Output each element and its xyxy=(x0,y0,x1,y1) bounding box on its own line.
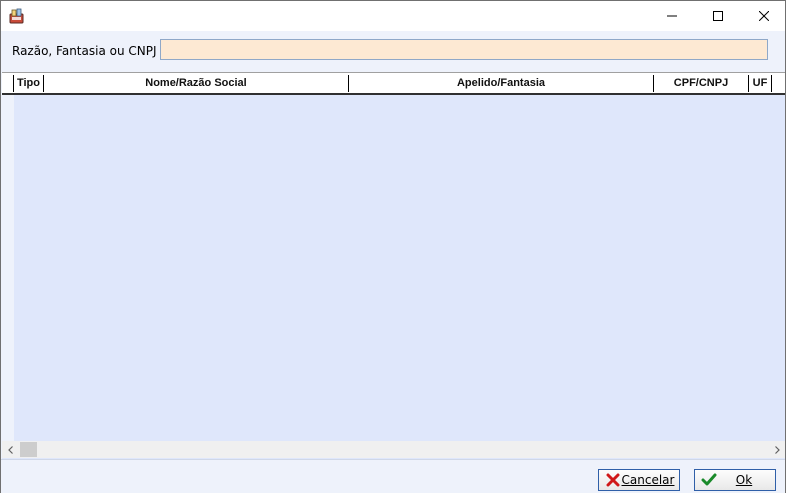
results-grid[interactable]: Tipo Nome/Razão Social Apelido/Fantasia … xyxy=(2,72,785,459)
app-icon xyxy=(9,8,25,24)
x-icon xyxy=(605,472,621,488)
ok-button[interactable]: Ok xyxy=(694,469,776,491)
ok-button-label: Ok xyxy=(735,473,753,487)
column-header-nome[interactable]: Nome/Razão Social xyxy=(44,75,348,92)
column-header-cpf-cnpj[interactable]: CPF/CNPJ xyxy=(654,75,748,92)
column-header-tipo[interactable]: Tipo xyxy=(14,75,43,92)
minimize-icon xyxy=(667,15,677,17)
search-input[interactable] xyxy=(160,39,768,60)
column-separator[interactable] xyxy=(771,75,772,92)
chevron-left-icon xyxy=(7,445,13,454)
grid-header: Tipo Nome/Razão Social Apelido/Fantasia … xyxy=(2,73,785,95)
search-dialog-window: Razão, Fantasia ou CNPJ Tipo Nome/Razão … xyxy=(0,0,786,493)
close-icon xyxy=(759,11,769,21)
chevron-right-icon xyxy=(774,445,780,454)
column-header-apelido[interactable]: Apelido/Fantasia xyxy=(349,75,653,92)
column-header-uf[interactable]: UF xyxy=(749,75,771,92)
maximize-button[interactable] xyxy=(695,1,741,31)
search-row: Razão, Fantasia ou CNPJ xyxy=(1,31,785,71)
close-button[interactable] xyxy=(741,1,786,31)
checkmark-icon xyxy=(701,472,717,488)
scrollbar-thumb[interactable] xyxy=(20,442,37,457)
maximize-icon xyxy=(713,11,723,21)
horizontal-scrollbar[interactable] xyxy=(2,441,785,458)
scroll-right-button[interactable] xyxy=(768,441,785,458)
cancel-button[interactable]: Cancelar xyxy=(598,469,680,491)
row-indicator-gutter xyxy=(2,95,14,441)
cancel-button-label: Cancelar xyxy=(621,473,675,487)
title-bar[interactable] xyxy=(1,1,785,31)
scroll-left-button[interactable] xyxy=(2,441,19,458)
search-label: Razão, Fantasia ou CNPJ xyxy=(12,44,157,58)
grid-body[interactable] xyxy=(2,95,785,441)
minimize-button[interactable] xyxy=(649,1,695,31)
dialog-footer: Cancelar Ok xyxy=(1,459,785,493)
